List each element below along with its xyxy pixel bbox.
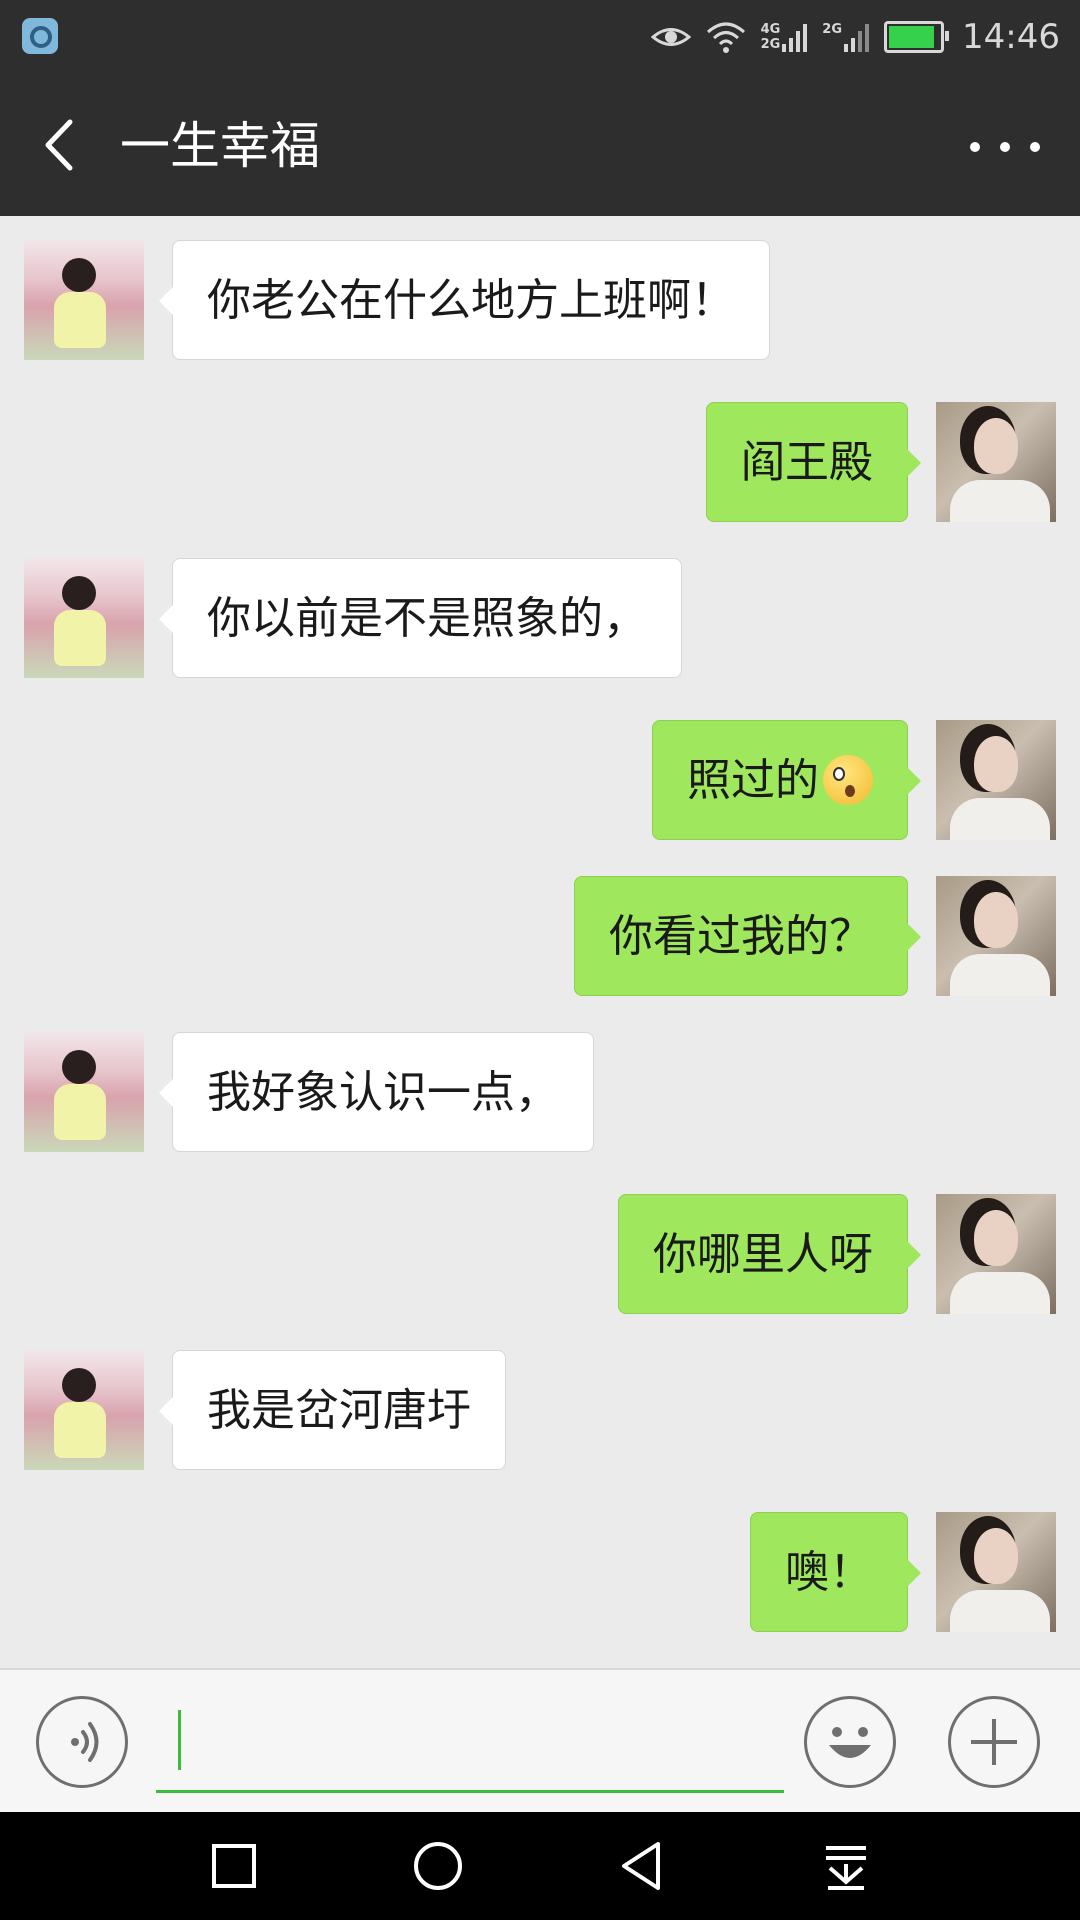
message-bubble[interactable]: 你哪里人呀	[618, 1194, 921, 1314]
message-input[interactable]	[156, 1692, 784, 1793]
message-bubble[interactable]: 我是岔河唐圩	[159, 1350, 506, 1470]
message-sent: 照过的	[0, 720, 1080, 840]
more-button[interactable]	[970, 122, 1040, 172]
signal-icon	[782, 24, 808, 52]
message-bubble[interactable]: 阎王殿	[706, 402, 921, 522]
message-sent: 你看过我的？	[0, 876, 1080, 996]
network-label-2g-second: 2G	[822, 22, 843, 37]
woman-avatar[interactable]	[936, 1194, 1056, 1314]
status-time: 14:46	[962, 17, 1060, 57]
chat-title: 一生幸福	[120, 117, 320, 175]
voice-icon	[71, 1722, 99, 1762]
more-dots-icon	[970, 142, 980, 152]
message-sent: 噢！	[0, 1512, 1080, 1632]
message-received: 我是岔河唐圩	[0, 1350, 1080, 1470]
child-avatar[interactable]	[24, 1032, 144, 1152]
back-triangle-icon	[622, 1842, 660, 1890]
home-circle-icon	[414, 1842, 462, 1890]
recents-button[interactable]	[204, 1836, 264, 1896]
plus-icon	[971, 1719, 1017, 1765]
emoji-icon	[829, 1727, 871, 1758]
woman-avatar[interactable]	[936, 720, 1056, 840]
battery-level	[889, 26, 935, 48]
woman-avatar[interactable]	[936, 1512, 1056, 1632]
recents-square-icon	[212, 1844, 256, 1888]
system-nav-bar	[0, 1812, 1080, 1920]
text-cursor	[178, 1710, 181, 1770]
home-button[interactable]	[408, 1836, 468, 1896]
notification-pull-icon	[826, 1846, 866, 1890]
chat-message-list[interactable]: 你老公在什么地方上班啊！ 阎王殿 你以前是不是照象的， 照过的 你看过我的？ 我…	[0, 216, 1080, 1668]
message-received: 我好象认识一点，	[0, 1032, 1080, 1152]
chevron-left-icon	[45, 119, 73, 171]
woman-avatar[interactable]	[936, 402, 1056, 522]
message-bubble[interactable]: 你老公在什么地方上班啊！	[159, 240, 770, 360]
app-notification-icon	[22, 18, 58, 54]
network-label-2g: 2G	[760, 37, 781, 52]
eye-icon	[650, 28, 691, 46]
child-avatar[interactable]	[24, 240, 144, 360]
status-bar: 4G 2G 2G 14:46	[0, 0, 1080, 74]
message-sent: 阎王殿	[0, 402, 1080, 522]
message-received: 你老公在什么地方上班啊！	[0, 240, 1080, 360]
signal-2g: 2G	[822, 22, 870, 52]
network-label-4g: 4G	[760, 22, 781, 37]
signal-icon-2	[844, 24, 870, 52]
back-nav-button[interactable]	[612, 1836, 672, 1896]
message-bubble[interactable]: 你看过我的？	[574, 876, 921, 996]
input-bar	[0, 1668, 1080, 1814]
message-sent: 你哪里人呀	[0, 1194, 1080, 1314]
child-avatar[interactable]	[24, 1350, 144, 1470]
message-bubble[interactable]: 噢！	[750, 1512, 921, 1632]
message-bubble[interactable]: 你以前是不是照象的，	[159, 558, 682, 678]
message-text: 照过的	[687, 755, 819, 806]
chat-header: 一生幸福	[0, 74, 1080, 216]
message-bubble[interactable]: 照过的	[652, 720, 921, 840]
plus-button[interactable]	[948, 1696, 1040, 1788]
notification-pull-button[interactable]	[816, 1836, 876, 1896]
back-button[interactable]	[34, 110, 94, 180]
voice-button[interactable]	[36, 1696, 128, 1788]
wifi-icon	[706, 22, 745, 53]
message-received: 你以前是不是照象的，	[0, 558, 1080, 678]
status-icons: 4G 2G 2G 14:46	[650, 14, 1060, 60]
woman-avatar[interactable]	[936, 876, 1056, 996]
surprised-face-emoji-icon	[823, 755, 873, 805]
battery-icon	[884, 21, 950, 53]
signal-4g-2g: 4G 2G	[761, 22, 809, 52]
child-avatar[interactable]	[24, 558, 144, 678]
message-bubble[interactable]: 我好象认识一点，	[159, 1032, 594, 1152]
emoji-button[interactable]	[804, 1696, 896, 1788]
